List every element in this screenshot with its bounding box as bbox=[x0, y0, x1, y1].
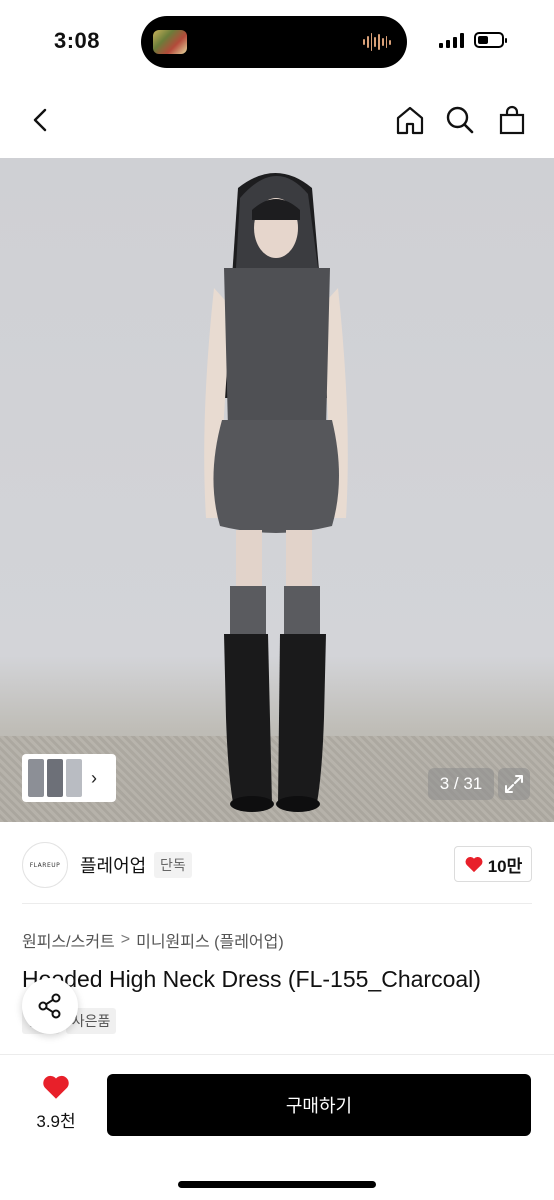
bottom-action-bar: 3.9천 구매하기 bbox=[0, 1054, 554, 1200]
brand-row: FLAREUP 플레어업 단독 10만 bbox=[0, 840, 554, 888]
thumbnail-3[interactable] bbox=[66, 759, 82, 797]
chevron-left-icon[interactable] bbox=[26, 104, 56, 136]
home-icon[interactable] bbox=[394, 104, 426, 136]
breadcrumb-category[interactable]: 원피스/스커트 bbox=[22, 928, 115, 952]
brand-logo[interactable]: FLAREUP bbox=[22, 842, 68, 888]
thumbnail-strip[interactable]: › bbox=[22, 754, 116, 802]
brand-like-button[interactable]: 10만 bbox=[454, 846, 532, 882]
exclusive-badge: 단독 bbox=[154, 852, 192, 878]
battery-icon bbox=[474, 32, 507, 48]
brand-name[interactable]: 플레어업 bbox=[80, 852, 146, 878]
breadcrumb-separator: > bbox=[120, 931, 131, 948]
thumbnail-2[interactable] bbox=[47, 759, 63, 797]
breadcrumb: 원피스/스커트 > 미니원피스 (플레어업) bbox=[22, 928, 284, 952]
brand-like-count: 10만 bbox=[487, 856, 523, 876]
signal-icon bbox=[439, 32, 464, 48]
audio-wave-icon bbox=[363, 32, 391, 52]
status-bar: 3:08 bbox=[0, 0, 554, 84]
share-button[interactable] bbox=[22, 978, 78, 1034]
top-nav bbox=[0, 90, 554, 150]
product-title: Hooded High Neck Dress (FL-155_Charcoal) bbox=[22, 966, 481, 992]
product-image-gallery[interactable]: › 3 / 31 bbox=[0, 158, 554, 822]
shopping-bag-icon[interactable] bbox=[496, 104, 528, 136]
battery-level bbox=[478, 36, 488, 44]
share-icon bbox=[38, 993, 61, 1019]
now-playing-artwork bbox=[153, 30, 187, 54]
wishlist-button[interactable]: 3.9천 bbox=[24, 1073, 88, 1133]
model-photo bbox=[204, 173, 348, 812]
thumbnail-1[interactable] bbox=[28, 759, 44, 797]
heart-icon bbox=[465, 856, 483, 873]
wishlist-count: 3.9천 bbox=[36, 1112, 76, 1131]
image-counter: 3 / 31 bbox=[428, 768, 494, 800]
search-icon[interactable] bbox=[444, 104, 476, 136]
status-time: 3:08 bbox=[54, 28, 101, 53]
buy-button[interactable]: 구매하기 bbox=[107, 1074, 531, 1136]
breadcrumb-subcategory[interactable]: 미니원피스 (플레어업) bbox=[136, 928, 284, 952]
home-indicator[interactable] bbox=[178, 1181, 376, 1188]
dynamic-island bbox=[141, 16, 407, 68]
chevron-right-icon[interactable]: › bbox=[91, 768, 97, 789]
heart-icon bbox=[43, 1075, 69, 1099]
divider bbox=[22, 903, 532, 904]
expand-icon[interactable] bbox=[498, 768, 530, 800]
status-indicators bbox=[439, 32, 507, 48]
